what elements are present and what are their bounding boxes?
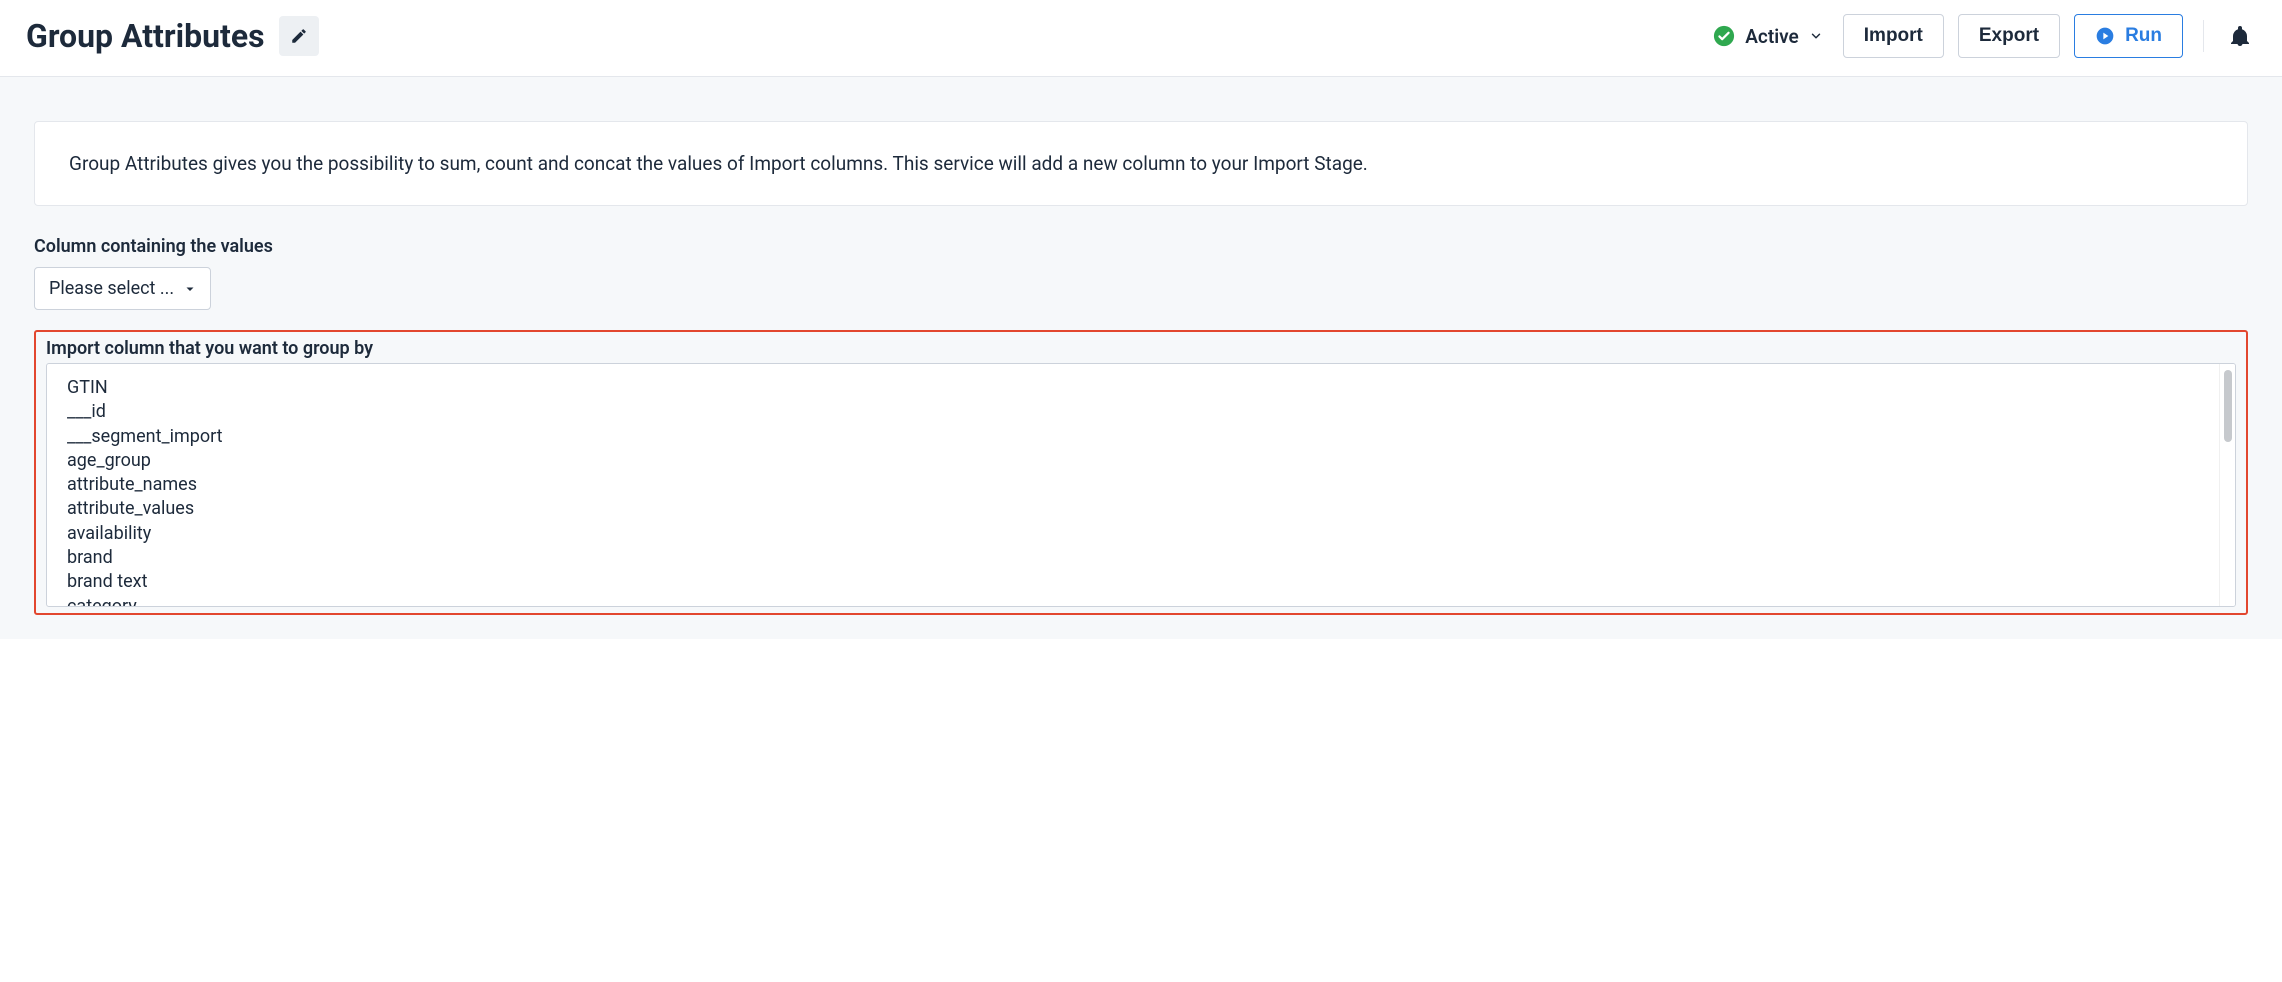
run-button-label: Run [2125, 25, 2162, 47]
vertical-divider [2203, 20, 2204, 52]
check-circle-icon [1713, 25, 1735, 47]
export-button[interactable]: Export [1958, 14, 2060, 58]
pencil-icon [290, 27, 308, 45]
content-area: Group Attributes gives you the possibili… [0, 77, 2282, 639]
list-item[interactable]: age_group [67, 449, 2199, 473]
import-button-label: Import [1864, 25, 1923, 47]
group-by-highlight: Import column that you want to group by … [34, 330, 2248, 615]
play-circle-icon [2095, 26, 2115, 46]
column-values-select[interactable]: Please select ... [34, 267, 211, 310]
group-by-label: Import column that you want to group by [46, 338, 2236, 359]
column-values-label: Column containing the values [34, 236, 2248, 257]
column-values-field: Column containing the values Please sele… [34, 236, 2248, 310]
page-title: Group Attributes [26, 17, 265, 55]
list-item[interactable]: category [67, 595, 2199, 606]
header-left: Group Attributes [26, 16, 319, 56]
list-item[interactable]: brand [67, 546, 2199, 570]
status-label: Active [1745, 25, 1799, 48]
list-item[interactable]: availability [67, 522, 2199, 546]
caret-down-icon [184, 283, 196, 295]
notifications-button[interactable] [2224, 20, 2256, 52]
header-right: Active Import Export Run [1713, 14, 2256, 58]
export-button-label: Export [1979, 25, 2039, 47]
list-item[interactable]: GTIN [67, 376, 2199, 400]
info-box: Group Attributes gives you the possibili… [34, 121, 2248, 206]
page-header: Group Attributes Active Import Export [0, 0, 2282, 77]
edit-title-button[interactable] [279, 16, 319, 56]
list-item[interactable]: attribute_names [67, 473, 2199, 497]
list-item[interactable]: brand text [67, 570, 2199, 594]
list-item[interactable]: ___segment_import [67, 425, 2199, 449]
bell-icon [2228, 24, 2252, 48]
run-button[interactable]: Run [2074, 14, 2183, 58]
list-item[interactable]: attribute_values [67, 497, 2199, 521]
column-values-placeholder: Please select ... [49, 278, 174, 299]
scrollbar[interactable] [2219, 364, 2235, 606]
scrollbar-thumb[interactable] [2224, 370, 2232, 442]
chevron-down-icon [1809, 29, 1823, 43]
list-item[interactable]: ___id [67, 400, 2199, 424]
group-by-listbox[interactable]: GTIN___id___segment_importage_groupattri… [47, 364, 2219, 606]
group-by-listbox-container: GTIN___id___segment_importage_groupattri… [46, 363, 2236, 607]
import-button[interactable]: Import [1843, 14, 1944, 58]
status-dropdown[interactable]: Active [1713, 25, 1823, 48]
